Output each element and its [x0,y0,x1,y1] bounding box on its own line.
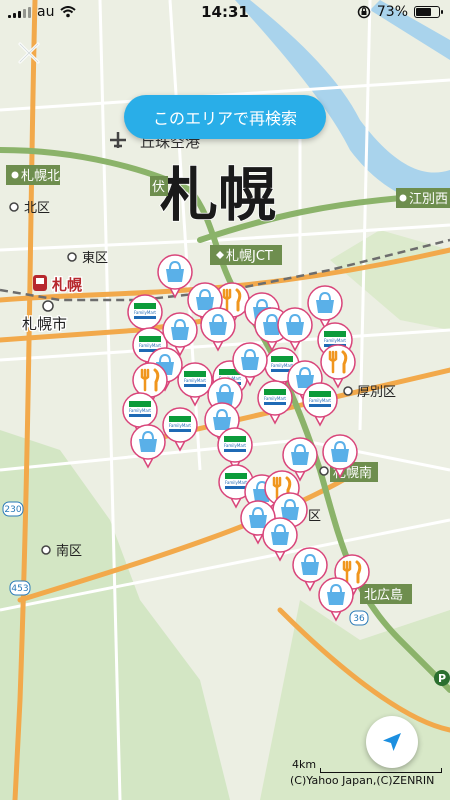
familymart-logo: FamilyMart [129,401,151,417]
map-scale-bar [320,768,442,773]
location-arrow-icon [383,733,401,751]
status-bar: au 14:31 73% [0,0,450,26]
familymart-text: FamilyMart [271,363,293,368]
map-label-big-city: 札幌 [160,161,276,229]
familymart-logo: FamilyMart [134,303,156,319]
map-label-atsubetsu-ku: 厚別区 [357,385,396,400]
map-scale-label: 4km [292,758,317,771]
familymart-logo: FamilyMart [169,416,191,432]
parking-icon: P [434,670,450,686]
map-copyright: (C)Yahoo Japan,(C)ZENRIN [290,774,435,787]
highway-label-sapporo-jct: 札幌JCT [210,245,282,265]
familymart-text: FamilyMart [184,378,206,383]
familymart-text: FamilyMart [224,443,246,448]
highway-label-fushiko: 伏 [150,176,168,196]
svg-text:伏: 伏 [152,180,165,195]
familymart-text: FamilyMart [264,396,286,401]
familymart-logo: FamilyMart [309,391,331,407]
map-label-sapporo-shi: 札幌市 [22,315,67,333]
familymart-text: FamilyMart [134,310,156,315]
road-number: 230 [4,505,21,515]
svg-text:札幌: 札幌 [51,276,82,294]
battery-percent: 73% [376,4,408,20]
highway-label-ebetsu-nishi: 江別西 [396,188,450,208]
familymart-logo: FamilyMart [264,389,286,405]
familymart-text: FamilyMart [309,398,331,403]
road-number: 453 [11,584,28,594]
svg-text:江別西: 江別西 [409,192,448,207]
map-label-higashi-ku: 東区 [82,250,108,266]
road-number: 36 [353,614,365,624]
familymart-text: FamilyMart [139,343,161,348]
map-label-ku: 区 [308,509,321,524]
svg-text:札幌北: 札幌北 [21,168,60,184]
search-this-area-button[interactable]: このエリアで再検索 [124,95,326,139]
highway-label-sapporo-kita: 札幌北 [6,165,60,185]
familymart-logo: FamilyMart [224,436,246,452]
map-label-minami-ku: 南区 [56,543,82,559]
highway-label-kitahiroshima: 北広島 [360,584,412,604]
familymart-text: FamilyMart [129,408,151,413]
close-icon [18,42,40,64]
close-button[interactable] [14,38,44,68]
familymart-logo: FamilyMart [184,371,206,387]
map-label-kita-ku: 北区 [24,201,50,216]
current-location-button[interactable] [366,716,418,768]
battery-icon [414,6,443,18]
familymart-text: FamilyMart [324,338,346,343]
familymart-text: FamilyMart [169,423,191,428]
svg-text:札幌JCT: 札幌JCT [226,248,273,264]
familymart-text: FamilyMart [225,480,247,485]
rotation-lock-icon [357,5,371,19]
familymart-logo: FamilyMart [225,473,247,489]
svg-text:P: P [438,672,446,685]
svg-text:北広島: 北広島 [364,588,403,603]
